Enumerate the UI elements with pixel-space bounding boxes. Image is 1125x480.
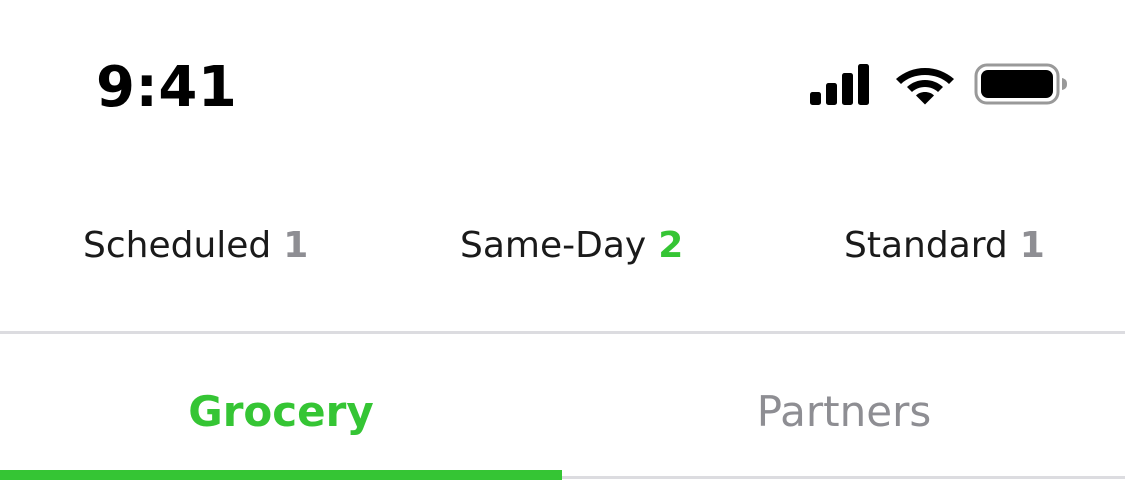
delivery-filter-count: 2 bbox=[658, 225, 684, 266]
delivery-filter-scheduled[interactable]: Scheduled 1 bbox=[83, 220, 308, 272]
battery-icon bbox=[974, 63, 1067, 105]
status-bar: 9:41 bbox=[0, 0, 1125, 140]
delivery-filter-standard[interactable]: Standard 1 bbox=[844, 220, 1045, 272]
delivery-filter-count: 1 bbox=[283, 225, 309, 266]
store-tabs: Grocery Partners bbox=[0, 334, 1125, 480]
tab-grocery[interactable]: Grocery bbox=[0, 334, 562, 480]
delivery-filter-count: 1 bbox=[1019, 225, 1045, 266]
delivery-filter-label: Same-Day bbox=[460, 225, 647, 266]
tab-partners[interactable]: Partners bbox=[563, 334, 1125, 480]
tab-label: Grocery bbox=[188, 387, 374, 436]
status-time: 9:41 bbox=[96, 55, 238, 120]
delivery-type-row: Scheduled 1 Same-Day 2 Standard 1 bbox=[0, 200, 1125, 296]
wifi-icon bbox=[896, 68, 954, 105]
app-screen: 9:41 Scheduled 1 Same-Day 2 Standard 1 G… bbox=[0, 0, 1125, 480]
cellular-signal-icon bbox=[810, 64, 869, 105]
tab-label: Partners bbox=[756, 387, 932, 436]
status-icons bbox=[808, 62, 1070, 106]
delivery-filter-same-day[interactable]: Same-Day 2 bbox=[460, 220, 683, 272]
delivery-filter-label: Scheduled bbox=[83, 225, 272, 266]
active-tab-indicator bbox=[0, 470, 562, 480]
delivery-filter-label: Standard bbox=[844, 225, 1008, 266]
